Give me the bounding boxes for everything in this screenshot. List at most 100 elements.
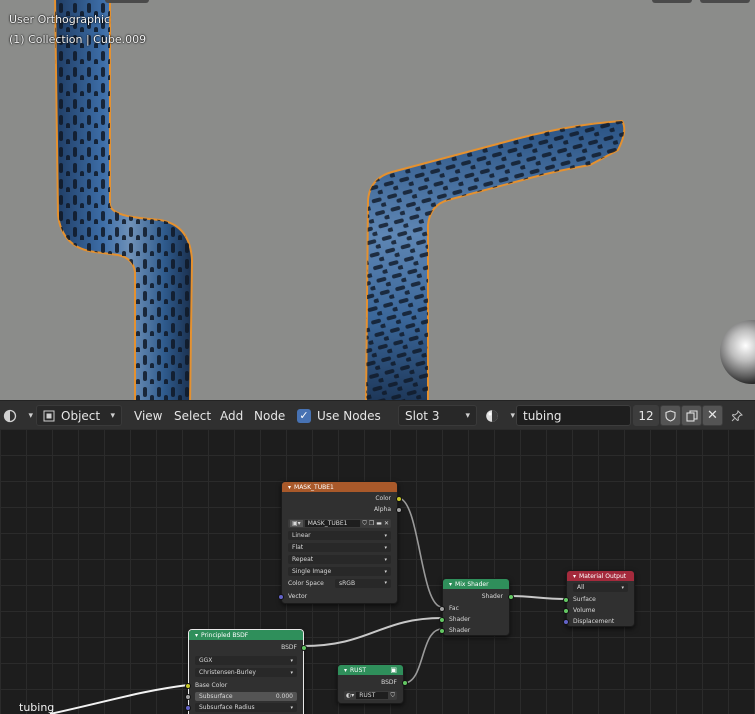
input-volume: Volume [573, 607, 596, 614]
collapse-chevron-icon[interactable]: ▾ [573, 573, 576, 580]
user-count-badge[interactable]: 12 [633, 405, 659, 426]
material-output-node[interactable]: ▾ Material Output All ▾ Surface Volume Di… [563, 570, 635, 627]
menu-select[interactable]: Select [168, 405, 217, 426]
socket-subsurface-radius-in[interactable] [185, 705, 191, 711]
rust-group-node[interactable]: ▾ RUST ▣ BSDF ◐▾ RUST ⛉ [337, 664, 408, 704]
image-name-field[interactable]: MASK_TUBE1 [304, 520, 361, 527]
node-header[interactable]: ▾ Material Output [567, 571, 634, 581]
collapse-chevron-icon[interactable]: ▾ [449, 581, 452, 588]
fake-user-button[interactable] [660, 405, 681, 426]
use-nodes-label: Use Nodes [317, 408, 381, 423]
unlink-material-button[interactable]: ✕ [702, 405, 723, 426]
chevron-down-icon: ▾ [465, 410, 470, 421]
socket-subsurface-in[interactable] [185, 694, 191, 700]
chevron-down-icon: ▾ [384, 580, 387, 586]
subsurface-method-dropdown[interactable]: Christensen-Burley ▾ [195, 668, 297, 677]
extension-dropdown[interactable]: Repeat ▾ [288, 555, 391, 564]
socket-fac-in[interactable] [439, 606, 445, 612]
interpolation-dropdown[interactable]: Linear ▾ [288, 531, 391, 540]
socket-alpha-out[interactable] [396, 507, 402, 513]
socket-displacement-in[interactable] [563, 619, 569, 625]
socket-shader2-in[interactable] [439, 628, 445, 634]
duplicate-icon[interactable]: ❐ [369, 520, 374, 527]
image-datablock[interactable]: ▣▾ MASK_TUBE1 ⛉ ❐ ▬ ✕ [288, 519, 391, 528]
socket-bsdf-out[interactable] [301, 645, 307, 651]
image-texture-node[interactable]: ▾ MASK_TUBE1 Color Alpha ▣▾ MASK_TUBE1 ⛉… [278, 481, 402, 604]
socket-base-color-in[interactable] [185, 683, 191, 689]
3d-viewport[interactable]: User Orthographic (1) Collection | Cube.… [0, 0, 755, 400]
color-space-dropdown[interactable]: sRGB ▾ [335, 579, 391, 588]
menu-node[interactable]: Node [248, 405, 291, 426]
viewport-top-button[interactable] [105, 0, 149, 3]
node-header[interactable]: ▾ RUST ▣ [338, 665, 403, 675]
socket-color-out[interactable] [396, 496, 402, 502]
shield-icon[interactable]: ⛉ [362, 520, 367, 528]
node-header[interactable]: ▾ Principled BSDF [189, 630, 303, 640]
principled-bsdf-node[interactable]: ▾ Principled BSDF BSDF GGX ▾ Christensen-… [185, 629, 307, 714]
input-shader-2: Shader [449, 627, 471, 634]
chevron-down-icon: ▾ [621, 584, 624, 591]
chevron-down-icon: ▾ [290, 669, 293, 676]
image-icon[interactable]: ▣▾ [290, 520, 303, 527]
mix-shader-node[interactable]: ▾ Mix Shader Shader Fac Shader Shader [439, 578, 514, 636]
socket-shader-out[interactable] [508, 594, 514, 600]
duplicate-material-button[interactable] [681, 405, 702, 426]
use-nodes-toggle[interactable]: ✓ Use Nodes [297, 405, 381, 426]
output-shader: Shader [481, 593, 503, 600]
pin-button[interactable] [728, 405, 746, 426]
input-fac: Fac [449, 605, 459, 612]
collapse-chevron-icon[interactable]: ▾ [195, 632, 198, 639]
close-icon[interactable]: ✕ [384, 520, 389, 527]
material-selector[interactable]: ◐▾ RUST ⛉ [344, 691, 397, 700]
viewport-scene [54, 0, 755, 400]
material-sphere-icon[interactable]: ◐▾ [346, 692, 354, 699]
viewport-top-button[interactable] [652, 0, 692, 3]
browse-material-button[interactable]: ▾ [485, 405, 515, 426]
link-color-to-fac [397, 497, 443, 608]
socket-shader1-in[interactable] [439, 617, 445, 623]
menu-view[interactable]: View [128, 405, 168, 426]
shield-icon[interactable]: ⛉ [390, 692, 395, 700]
shield-icon [665, 409, 676, 422]
left-tube [54, 0, 194, 400]
menu-add[interactable]: Add [214, 405, 249, 426]
distribution-dropdown[interactable]: GGX ▾ [195, 656, 297, 665]
right-tube [365, 119, 626, 400]
collapse-chevron-icon[interactable]: ▾ [288, 484, 291, 491]
checkbox-check-icon[interactable]: ✓ [297, 408, 311, 423]
input-surface: Surface [573, 596, 596, 603]
target-dropdown[interactable]: All ▾ [573, 583, 628, 592]
link-rust-to-shader2 [403, 628, 443, 684]
input-vector: Vector [288, 593, 308, 600]
object-type-dropdown[interactable]: Object ▾ [36, 405, 122, 426]
node-header[interactable]: ▾ Mix Shader [443, 579, 509, 589]
node-title: MASK_TUBE1 [294, 483, 334, 491]
source-dropdown[interactable]: Single Image ▾ [288, 567, 391, 576]
subsurface-field[interactable]: Subsurface 0.000 [195, 692, 297, 701]
node-canvas[interactable]: ▾ MASK_TUBE1 Color Alpha ▣▾ MASK_TUBE1 ⛉… [0, 429, 755, 714]
output-color: Color [375, 495, 391, 502]
slot-dropdown[interactable]: Slot 3 ▾ [398, 405, 477, 426]
node-header[interactable]: ▾ MASK_TUBE1 [282, 482, 397, 492]
projection-dropdown[interactable]: Flat ▾ [288, 543, 391, 552]
rust-material-field[interactable]: RUST [356, 692, 389, 699]
socket-vector-in[interactable] [278, 594, 284, 600]
output-bsdf: BSDF [281, 644, 297, 651]
frame-label: tubing [19, 701, 55, 714]
object-icon [43, 410, 55, 421]
link-mix-to-surface [509, 595, 567, 600]
input-shader-1: Shader [449, 616, 471, 623]
chevron-down-icon: ▾ [384, 544, 387, 551]
node-group-icon[interactable]: ▣ [390, 666, 397, 674]
editor-type-dropdown[interactable]: ▾ [3, 405, 33, 426]
material-name-field[interactable]: tubing [516, 405, 631, 426]
viewport-top-button[interactable] [700, 0, 750, 3]
socket-surface-in[interactable] [563, 597, 569, 603]
socket-volume-in[interactable] [563, 608, 569, 614]
chevron-down-icon: ▾ [384, 532, 387, 539]
folder-icon[interactable]: ▬ [376, 520, 382, 527]
collapse-chevron-icon[interactable]: ▾ [344, 667, 347, 674]
socket-bsdf-out[interactable] [402, 680, 408, 686]
close-icon: ✕ [707, 408, 718, 423]
subsurface-radius-dropdown[interactable]: Subsurface Radius ▾ [195, 703, 297, 712]
